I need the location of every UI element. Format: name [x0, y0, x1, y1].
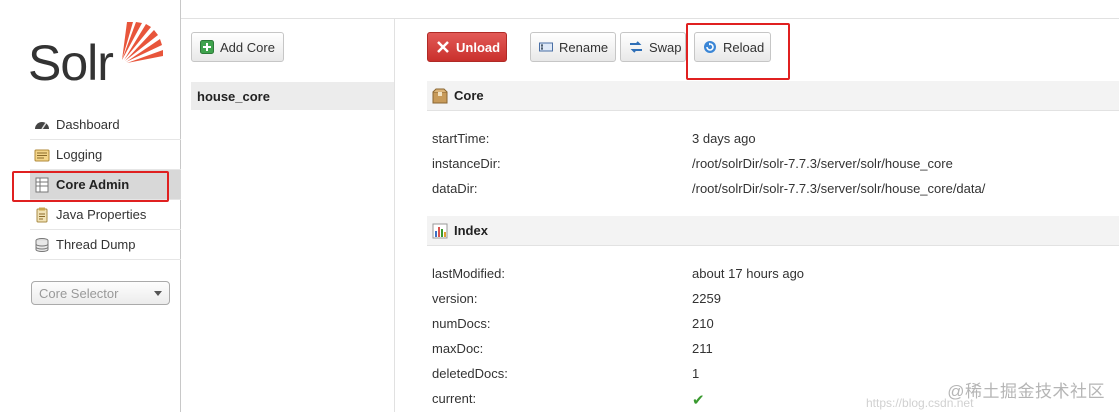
nav-item-thread-dump[interactable]: Thread Dump	[30, 230, 181, 260]
index-section-header: Index	[427, 216, 1119, 246]
row-key: dataDir:	[432, 181, 478, 196]
rename-label: Rename	[559, 39, 609, 55]
add-core-label: Add Core	[220, 39, 275, 55]
nav-item-dashboard[interactable]: Dashboard	[30, 110, 181, 140]
sidebar: Solr Dashboard Logging Core Admin Java P…	[0, 0, 181, 412]
index-row-version: version: 2259	[432, 291, 1112, 311]
solr-logo[interactable]: Solr	[28, 20, 168, 90]
row-key: version:	[432, 291, 478, 306]
row-value: 210	[692, 316, 714, 331]
check-icon: ✔	[692, 392, 705, 409]
watermark: @稀土掘金技术社区	[947, 382, 1105, 401]
plus-icon	[200, 40, 214, 54]
reload-icon	[704, 41, 716, 53]
core-section-title: Core	[454, 88, 484, 103]
row-value: about 17 hours ago	[692, 266, 805, 281]
core-list-panel: Add Core house_core	[181, 18, 395, 412]
sun-logo-icon	[122, 22, 163, 63]
row-key: current:	[432, 391, 477, 406]
reload-label: Reload	[723, 39, 765, 55]
core-row-datadir: dataDir: /root/solrDir/solr-7.7.3/server…	[432, 181, 1112, 201]
unload-button[interactable]: Unload	[427, 32, 507, 62]
logo-text: Solr	[28, 35, 114, 91]
nav-item-java-properties[interactable]: Java Properties	[30, 200, 181, 230]
core-row-instancedir: instanceDir: /root/solrDir/solr-7.7.3/se…	[432, 156, 1112, 176]
index-row-lastmodified: lastModified: about 17 hours ago	[432, 266, 1112, 286]
row-key: maxDoc:	[432, 341, 484, 356]
row-key: instanceDir:	[432, 156, 501, 171]
core-list-item[interactable]: house_core	[191, 82, 394, 110]
unload-label: Unload	[456, 39, 501, 55]
row-key: startTime:	[432, 131, 490, 146]
box-icon	[432, 88, 448, 103]
main-nav: Dashboard Logging Core Admin Java Proper…	[30, 110, 181, 260]
nav-label: Thread Dump	[56, 237, 136, 252]
row-value: 3 days ago	[692, 131, 756, 146]
row-key: lastModified:	[432, 266, 505, 281]
row-key: numDocs:	[432, 316, 491, 331]
dashboard-icon	[35, 121, 49, 129]
core-selector[interactable]: Core Selector	[31, 281, 170, 305]
add-core-button[interactable]: Add Core	[191, 32, 284, 62]
swap-label: Swap	[649, 39, 682, 55]
chevron-down-icon	[154, 291, 162, 296]
nav-item-core-admin[interactable]: Core Admin	[30, 170, 181, 200]
swap-icon	[630, 41, 642, 53]
core-detail-panel: Unload Rename Swap Reload Core startTime…	[395, 18, 1119, 412]
row-value: /root/solrDir/solr-7.7.3/server/solr/hou…	[692, 181, 986, 196]
index-row-maxdoc: maxDoc: 211	[432, 341, 1112, 361]
bar-chart-icon	[432, 223, 448, 238]
index-section-title: Index	[454, 223, 488, 238]
logging-icon	[34, 149, 50, 161]
nav-item-logging[interactable]: Logging	[30, 140, 181, 170]
core-name: house_core	[197, 88, 270, 104]
thread-dump-icon	[35, 237, 49, 252]
nav-label: Logging	[56, 147, 103, 162]
row-value: /root/solrDir/solr-7.7.3/server/solr/hou…	[692, 156, 953, 171]
row-value: 1	[692, 366, 700, 381]
reload-button[interactable]: Reload	[694, 32, 771, 62]
rename-icon	[539, 42, 553, 52]
nav-label: Java Properties	[56, 207, 147, 222]
close-icon	[437, 41, 449, 53]
core-admin-icon	[35, 177, 49, 192]
row-value: 211	[692, 341, 713, 356]
swap-button[interactable]: Swap	[620, 32, 686, 62]
nav-label: Dashboard	[56, 117, 120, 132]
rename-button[interactable]: Rename	[530, 32, 616, 62]
core-row-starttime: startTime: 3 days ago	[432, 131, 1112, 151]
index-row-numdocs: numDocs: 210	[432, 316, 1112, 336]
java-properties-icon	[36, 207, 48, 222]
row-key: deletedDocs:	[432, 366, 508, 381]
row-value: 2259	[692, 291, 721, 306]
core-section-header: Core	[427, 81, 1119, 111]
core-selector-placeholder: Core Selector	[39, 285, 119, 301]
nav-label: Core Admin	[56, 177, 130, 192]
